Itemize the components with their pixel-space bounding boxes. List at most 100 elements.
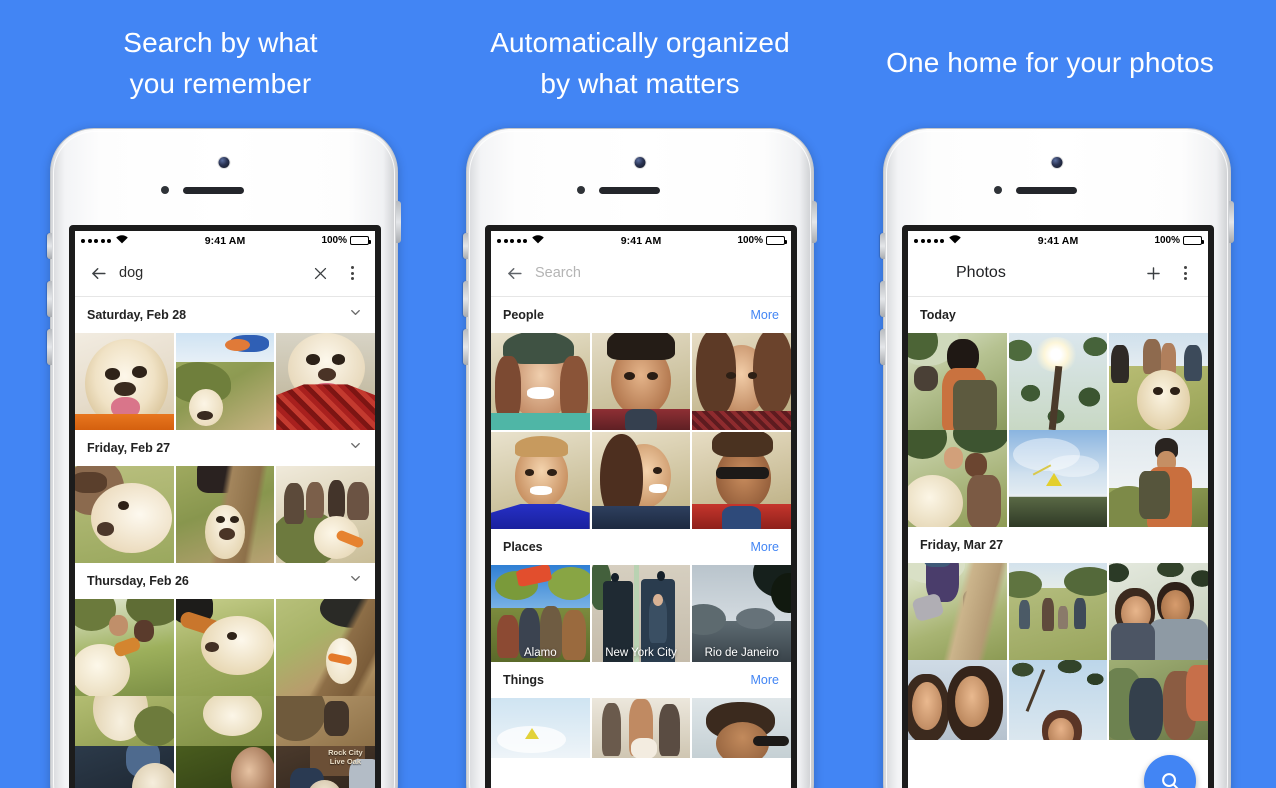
things-grid bbox=[491, 698, 791, 758]
photo-legs-jumping-on-trail[interactable] bbox=[908, 563, 1007, 660]
photo-person-with-curly-hair[interactable] bbox=[692, 698, 791, 758]
phone-mockup-search-results: 9:41 AM 100% dog Saturday, Feb 28 Friday… bbox=[47, 128, 401, 788]
photo-man-dark-hair-portrait[interactable] bbox=[591, 333, 691, 430]
photo-grid bbox=[908, 660, 1208, 740]
volume-down-button[interactable] bbox=[47, 329, 52, 365]
front-camera bbox=[634, 157, 646, 168]
photo-dog-in-red-plaid-scarf[interactable] bbox=[276, 333, 375, 430]
date-header-friday-feb-27[interactable]: Friday, Feb 27 bbox=[75, 430, 375, 466]
photo-dog-portrait-orange-collar[interactable] bbox=[75, 333, 174, 430]
chevron-down-icon[interactable] bbox=[348, 305, 363, 325]
date-header-saturday-feb-28[interactable]: Saturday, Feb 28 bbox=[75, 297, 375, 333]
silent-switch[interactable] bbox=[47, 233, 52, 259]
volume-up-button[interactable] bbox=[463, 281, 468, 317]
search-app-bar: Search bbox=[491, 250, 791, 297]
place-card-new-york-city[interactable]: New York City bbox=[591, 565, 691, 662]
back-arrow-icon[interactable] bbox=[503, 262, 525, 284]
status-time: 9:41 AM bbox=[204, 234, 246, 247]
close-icon[interactable] bbox=[309, 262, 331, 284]
photo-hikers-on-ridge[interactable] bbox=[276, 696, 375, 746]
volume-up-button[interactable] bbox=[880, 281, 885, 317]
date-label: Today bbox=[920, 308, 956, 322]
photo-hand-petting-dog[interactable] bbox=[75, 466, 174, 563]
battery-icon bbox=[766, 236, 788, 245]
more-vert-icon[interactable] bbox=[1174, 262, 1196, 284]
photo-dog-nose-closeup[interactable] bbox=[175, 696, 275, 746]
photo-woman-green-cap-smiling[interactable] bbox=[491, 333, 590, 430]
photo-kite-in-blue-sky[interactable] bbox=[491, 698, 590, 758]
things-more-link[interactable]: More bbox=[751, 673, 779, 687]
chevron-down-icon[interactable] bbox=[348, 571, 363, 591]
photo-dog-walking-dirt-path[interactable] bbox=[175, 466, 275, 563]
photo-man-sunglasses-portrait[interactable] bbox=[692, 432, 791, 529]
section-header-things: Things More bbox=[491, 662, 791, 698]
photo-three-hikers-silhouette[interactable] bbox=[591, 698, 691, 758]
phone-screen: 9:41 AM 100% dog Saturday, Feb 28 Friday… bbox=[69, 225, 381, 788]
photo-dog-in-grass[interactable] bbox=[75, 696, 174, 746]
battery-icon bbox=[1183, 236, 1205, 245]
power-button[interactable] bbox=[396, 201, 401, 243]
place-card-alamo[interactable]: Alamo bbox=[491, 565, 590, 662]
photo-couple-with-dog-in-field[interactable] bbox=[75, 599, 174, 696]
date-header-thursday-feb-26[interactable]: Thursday, Feb 26 bbox=[75, 563, 375, 599]
photo-woman-plaid-shirt-portrait[interactable] bbox=[692, 333, 791, 430]
photo-two-women-smiling[interactable] bbox=[908, 660, 1007, 740]
photo-grid: Rock City Live Oak bbox=[75, 746, 375, 788]
hamburger-menu-icon[interactable] bbox=[920, 262, 938, 284]
people-more-link[interactable]: More bbox=[751, 308, 779, 322]
photo-woman-under-branches[interactable] bbox=[1008, 660, 1108, 740]
search-input[interactable]: Search bbox=[535, 265, 779, 281]
search-app-bar: dog bbox=[75, 250, 375, 297]
photo-dog-on-hillside-trail[interactable] bbox=[175, 333, 275, 430]
photo-couple-laughing-under-tree[interactable] bbox=[1109, 563, 1208, 660]
photo-dog-running-down-hill[interactable] bbox=[276, 599, 375, 696]
status-bar: 9:41 AM 100% bbox=[908, 231, 1208, 250]
photo-dog-being-leashed[interactable] bbox=[175, 599, 275, 696]
earpiece-speaker bbox=[599, 187, 660, 194]
section-header-people: People More bbox=[491, 297, 791, 333]
photo-friends-sitting-outdoors[interactable] bbox=[1109, 660, 1208, 740]
photo-sun-through-oak-tree[interactable] bbox=[1008, 333, 1108, 430]
search-fab-button[interactable] bbox=[1144, 755, 1196, 788]
back-arrow-icon[interactable] bbox=[87, 262, 109, 284]
photo-group-hiking-with-dog[interactable] bbox=[1109, 333, 1208, 430]
plus-icon[interactable] bbox=[1142, 262, 1164, 284]
people-grid bbox=[491, 333, 791, 529]
photo-man-blue-tshirt-smiling[interactable] bbox=[491, 432, 590, 529]
power-button[interactable] bbox=[1229, 201, 1234, 243]
photo-rock-city-live-oak-sign[interactable]: Rock City Live Oak bbox=[276, 746, 375, 788]
power-button[interactable] bbox=[812, 201, 817, 243]
chevron-down-icon[interactable] bbox=[348, 438, 363, 458]
signal-dots-icon bbox=[81, 238, 111, 243]
place-caption: Alamo bbox=[524, 647, 557, 659]
silent-switch[interactable] bbox=[463, 233, 468, 259]
search-input[interactable]: dog bbox=[119, 265, 299, 281]
more-vert-icon[interactable] bbox=[341, 262, 363, 284]
photo-yellow-kite-over-valley[interactable] bbox=[1008, 430, 1108, 527]
headline-one-home-for-your-photos: One home for your photos bbox=[886, 47, 1214, 78]
status-time: 9:41 AM bbox=[620, 234, 662, 247]
photo-hiker-backpack-looking-back[interactable] bbox=[908, 333, 1007, 430]
volume-up-button[interactable] bbox=[47, 281, 52, 317]
volume-down-button[interactable] bbox=[463, 329, 468, 365]
photo-couple-petting-dog[interactable] bbox=[908, 430, 1007, 527]
photo-dog-with-boy[interactable] bbox=[75, 746, 174, 788]
signal-dots-icon bbox=[914, 238, 944, 243]
date-label: Thursday, Feb 26 bbox=[87, 574, 189, 588]
place-card-rio-de-janeiro[interactable]: Rio de Janeiro bbox=[692, 565, 791, 662]
volume-down-button[interactable] bbox=[880, 329, 885, 365]
photo-group-with-dog-on-hill[interactable] bbox=[276, 466, 375, 563]
places-more-link[interactable]: More bbox=[751, 540, 779, 554]
status-bar: 9:41 AM 100% bbox=[75, 231, 375, 250]
photo-woman-laughing-profile[interactable] bbox=[591, 432, 691, 529]
photo-woman-smiling-in-grass[interactable] bbox=[175, 746, 275, 788]
place-caption: Rio de Janeiro bbox=[704, 647, 779, 659]
battery-percent: 100% bbox=[737, 235, 764, 246]
photo-man-backpack-on-ridge[interactable] bbox=[1109, 430, 1208, 527]
places-grid: Alamo New York City Rio de Janeiro bbox=[491, 565, 791, 662]
silent-switch[interactable] bbox=[880, 233, 885, 259]
proximity-sensor bbox=[994, 186, 1002, 194]
photo-family-playing-in-meadow[interactable] bbox=[1008, 563, 1108, 660]
page-title: Photos bbox=[956, 264, 1006, 281]
front-camera bbox=[218, 157, 230, 168]
